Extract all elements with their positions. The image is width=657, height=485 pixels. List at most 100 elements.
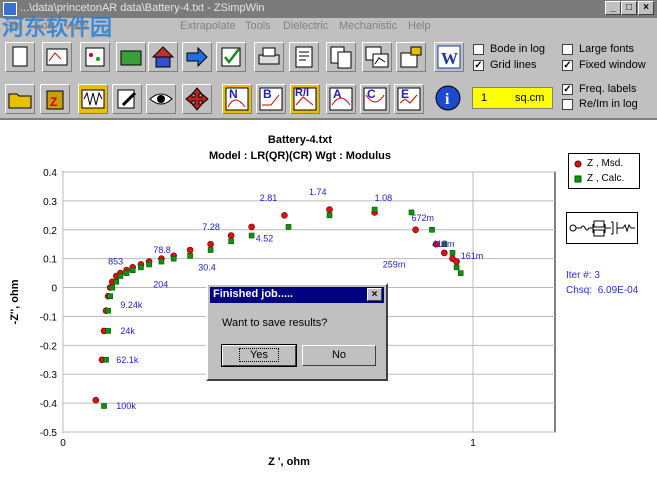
dialog-close-button[interactable]: × [367,288,382,301]
toolbar-print-button[interactable] [254,42,284,72]
menu-edit[interactable]: Edit [34,20,53,32]
toolbar-new-button[interactable] [5,42,35,72]
plot-n-button[interactable]: N [222,84,252,114]
toolbar-open-button[interactable] [5,84,35,114]
y-tick-label: 0.2 [43,226,57,237]
data-point-calculated [248,232,255,239]
toolbar-check-button[interactable] [216,42,246,72]
data-point-calculated [170,255,177,262]
data-point-calculated [457,270,464,276]
re-im-in-log-label: Re/Im in log [579,98,638,110]
freq-labels-label: Freq. labels [579,83,637,95]
data-point-calculated [105,307,111,314]
freq-labels-checkbox[interactable]: ✓ [562,84,573,95]
toolbar-fit-button[interactable] [80,42,110,72]
frequency-label: 24k [120,326,135,336]
info-button[interactable]: i [434,84,464,114]
menu-dielectric[interactable]: Dielectric [283,20,328,32]
data-point-calculated [113,278,120,285]
model-icon [46,48,68,66]
data-point-calculated [123,270,130,276]
plot-b-button[interactable]: B [256,84,286,114]
large-fonts-label: Large fonts [579,43,635,55]
re-im-in-log-checkbox[interactable] [562,99,573,110]
home-icon [151,46,175,68]
checklist-icon [221,47,241,67]
data-point-calculated [103,356,109,363]
plot-e-button[interactable]: E [394,84,424,114]
toolbar-view-button[interactable] [146,84,176,114]
data-icon [120,50,142,66]
data-point-measured [281,212,288,219]
toolbar-data-button[interactable] [116,42,146,72]
data-point-measured [207,240,214,248]
y-tick-label: 0 [51,284,57,295]
y-tick-label: 0.3 [43,197,57,208]
move-icon [185,87,209,111]
plot-ri-button[interactable]: R/I [290,84,320,114]
data-point-calculated [158,258,165,265]
menu-mechanistic[interactable]: Mechanistic [339,20,397,32]
toolbar-copy-button[interactable] [326,42,356,72]
y-tick-label: 0.1 [43,255,57,266]
chsq-value: 6.09E-04 [597,285,639,296]
yes-button[interactable]: Yes [221,344,297,367]
copy-graph-icon [365,46,389,68]
data-point-calculated [109,284,115,291]
y-axis-label: -Z'', ohm [9,279,21,324]
toolbar-model-button[interactable] [42,42,72,72]
menu-file[interactable]: File [5,20,23,32]
y-tick-label: -0.5 [40,428,58,439]
data-point-calculated [138,264,144,271]
fixed-window-checkbox[interactable]: ✓ [562,60,573,71]
toolbar-impedance-button[interactable]: Z [40,84,70,114]
area-input[interactable]: 1 sq.cm [472,87,553,109]
data-point-measured [186,246,194,254]
toolbar-home-button[interactable] [148,42,178,72]
minimize-button[interactable]: _ [605,1,621,15]
word-icon: W [437,45,461,69]
toolbar-next-button[interactable] [182,42,212,72]
large-fonts-checkbox[interactable] [562,44,573,55]
dialog-message: Want to save results? [222,317,328,329]
data-point-calculated [187,252,193,259]
menu-tools[interactable]: Tools [245,20,271,32]
printer-icon [258,47,280,65]
frequency-label: 30.4 [198,262,216,272]
toolbar-edit-data-button[interactable] [112,84,142,114]
frequency-label: 4.52 [256,233,274,243]
legend-marker-calculated [574,175,582,183]
toolbar-open-graph-button[interactable] [396,42,426,72]
toolbar-word-button[interactable]: W [434,42,464,72]
chsq-label: Chsq: [566,285,593,296]
menu-help[interactable]: Help [408,20,431,32]
menu-view[interactable]: View [64,20,88,32]
svg-text:Z: Z [50,95,57,109]
maximize-button[interactable]: □ [621,1,637,15]
toolbar-copy-graph-button[interactable] [362,42,392,72]
yes-label: Yes [239,348,279,362]
data-point-calculated [105,328,111,334]
arrow-right-icon [186,46,208,68]
data-point-calculated [129,267,136,274]
dialog-title: Finished job..... [213,288,294,300]
fixed-window-label: Fixed window [579,59,646,71]
close-button[interactable]: × [638,1,654,15]
plot-a-button[interactable]: A [326,84,356,114]
frequency-label: 100k [116,401,136,411]
menu-bar: File Edit View Extrapolate Tools Dielect… [0,18,460,34]
toolbar-move-button[interactable] [182,84,212,114]
frequency-label: 853 [108,257,123,267]
frequency-label: 1.08 [375,193,393,203]
grid-lines-checkbox[interactable]: ✓ [473,60,484,71]
bode-in-log-checkbox[interactable] [473,44,484,55]
data-point-calculated [146,261,152,268]
y-tick-label: -0.3 [40,370,58,381]
menu-extrapolate[interactable]: Extrapolate [180,20,236,32]
toolbar-report-button[interactable] [289,42,319,72]
data-point-calculated [107,293,113,300]
no-button[interactable]: No [302,345,376,366]
data-point-calculated [285,224,292,230]
plot-c-button[interactable]: C [360,84,390,114]
toolbar-waveform-button[interactable] [78,84,108,114]
